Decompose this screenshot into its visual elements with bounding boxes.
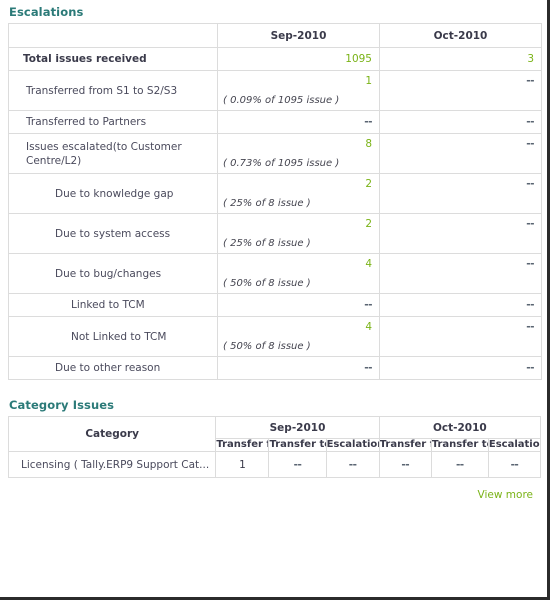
escalations-body: Total issues received 1095 3 Transferred fr… [8,47,542,380]
category-name: Licensing ( Tally.ERP9 Support Cat... [7,451,217,478]
escalations-cell-sep: 8 ( 0.73% of 1095 issue ) [217,133,380,174]
category-issues-body: Licensing ( Tally.ERP9 Support Cat... 1 --… [7,451,542,478]
table-row: Licensing ( Tally.ERP9 Support Cat... 1 --… [7,451,542,478]
escalations-percentage: ( 0.73% of 1095 issue ) [223,158,340,169]
escalations-row-label: Due to other reason [8,356,218,380]
category-cell: -- [268,451,327,478]
table-row: Issues escalated(to Customer Centre/L2) 8… [8,133,542,174]
escalations-row-label: Linked to TCM [8,293,218,317]
category-group-oct2010: Oct-2010 [378,416,542,439]
category-cell: -- [430,451,489,478]
escalations-cell-oct: -- [379,133,542,174]
escalations-value: 2 [365,218,372,230]
escalations-cell-sep: 2 ( 25% of 8 issue ) [217,213,380,254]
table-row: Not Linked to TCM 4 ( 50% of 8 issue ) -- [8,316,542,357]
escalations-value: -- [526,138,534,150]
escalations-value: -- [526,218,534,230]
escalations-title: Escalations [9,5,84,19]
escalations-value: -- [364,299,372,311]
escalations-percentage: ( 25% of 8 issue ) [223,238,311,249]
escalations-cell-sep: -- [217,110,380,134]
escalations-blank-header [8,23,218,48]
escalations-cell-sep: 4 ( 50% of 8 issue ) [217,316,380,357]
escalations-cell-sep: 4 ( 50% of 8 issue ) [217,253,380,294]
escalations-percentage: ( 50% of 8 issue ) [223,341,311,352]
escalations-cell-sep: 1 ( 0.09% of 1095 issue ) [217,70,380,111]
escalations-cell-sep: -- [217,293,380,317]
category-group-header-row: Category Sep-2010 Oct-2010 [7,416,542,452]
escalations-cell-oct: -- [379,293,542,317]
category-group-sep2010: Sep-2010 [215,416,380,439]
table-row: Due to other reason -- -- [8,356,542,380]
table-row: Linked to TCM -- -- [8,293,542,317]
escalations-row-label: Transferred from S1 to S2/S3 [8,70,218,111]
table-row: Transferred from S1 to S2/S3 1 ( 0.09% of … [8,70,542,111]
category-subheader: Transfer to Partner [268,438,327,452]
escalations-value: -- [526,116,534,128]
table-row: Total issues received 1095 3 [8,47,542,71]
escalations-value: -- [526,75,534,87]
escalations-value: 3 [527,53,534,65]
escalations-row-label: Due to knowledge gap [8,173,218,214]
escalations-row-label: Issues escalated(to Customer Centre/L2) [8,133,218,174]
escalations-col-oct2010: Oct-2010 [379,23,542,48]
category-issues-table: Category Sep-2010 Oct-2010 Transfer from… [7,416,542,478]
escalations-row-label: Due to bug/changes [8,253,218,294]
escalations-cell-oct: -- [379,253,542,294]
category-subheader: Escalation to L2 [487,438,542,452]
category-column-header: Category [7,416,217,452]
category-cell: -- [487,451,542,478]
category-cell: -- [325,451,380,478]
view-more-container: View more [8,478,541,502]
category-cell: -- [378,451,432,478]
category-cell: 1 [215,451,270,478]
escalations-value: -- [526,299,534,311]
escalations-value: 4 [365,321,372,333]
escalations-header-row: Sep-2010 Oct-2010 [8,23,542,48]
escalations-cell-sep: 2 ( 25% of 8 issue ) [217,173,380,214]
escalations-percentage: ( 50% of 8 issue ) [223,278,311,289]
escalations-table: Sep-2010 Oct-2010 Total issues received 1… [8,23,542,380]
escalations-cell-oct: -- [379,70,542,111]
view-more-link[interactable]: View more [478,489,533,501]
table-row: Transferred to Partners -- -- [8,110,542,134]
escalations-row-label: Not Linked to TCM [8,316,218,357]
escalations-cell-sep: 1095 [217,47,380,71]
escalations-value: -- [526,362,534,374]
escalations-value: -- [526,258,534,270]
escalations-value: 1095 [345,53,372,65]
category-subheader: Escalation to L2 [325,438,380,452]
escalations-cell-oct: -- [379,213,542,254]
table-row: Due to bug/changes 4 ( 50% of 8 issue ) -- [8,253,542,294]
report-page: Escalations Sep-2010 Oct-2010 Total issu… [0,0,547,597]
escalations-cell-oct: -- [379,316,542,357]
escalations-row-label: Due to system access [8,213,218,254]
escalations-value: 8 [365,138,372,150]
escalations-row-label: Transferred to Partners [8,110,218,134]
category-subheader: Transfer from S1 to S2/S3 [378,438,432,452]
escalations-value: 4 [365,258,372,270]
escalations-cell-oct: 3 [379,47,542,71]
escalations-value: -- [526,178,534,190]
escalations-value: -- [364,362,372,374]
table-row: Due to system access 2 ( 25% of 8 issue ) -… [8,213,542,254]
escalations-row-label: Total issues received [8,47,218,71]
category-subheader: Transfer from S1 to S2/S3 [215,438,270,452]
category-issues-title: Category Issues [9,398,115,412]
escalations-value: 1 [365,75,372,87]
escalations-col-sep2010: Sep-2010 [217,23,380,48]
escalations-cell-oct: -- [379,110,542,134]
escalations-value: -- [364,116,372,128]
escalations-percentage: ( 0.09% of 1095 issue ) [223,95,340,106]
category-subheader: Transfer to Partner [430,438,489,452]
escalations-value: 2 [365,178,372,190]
escalations-cell-oct: -- [379,356,542,380]
escalations-percentage: ( 25% of 8 issue ) [223,198,311,209]
escalations-cell-oct: -- [379,173,542,214]
escalations-value: -- [526,321,534,333]
escalations-cell-sep: -- [217,356,380,380]
table-row: Due to knowledge gap 2 ( 25% of 8 issue ) -… [8,173,542,214]
